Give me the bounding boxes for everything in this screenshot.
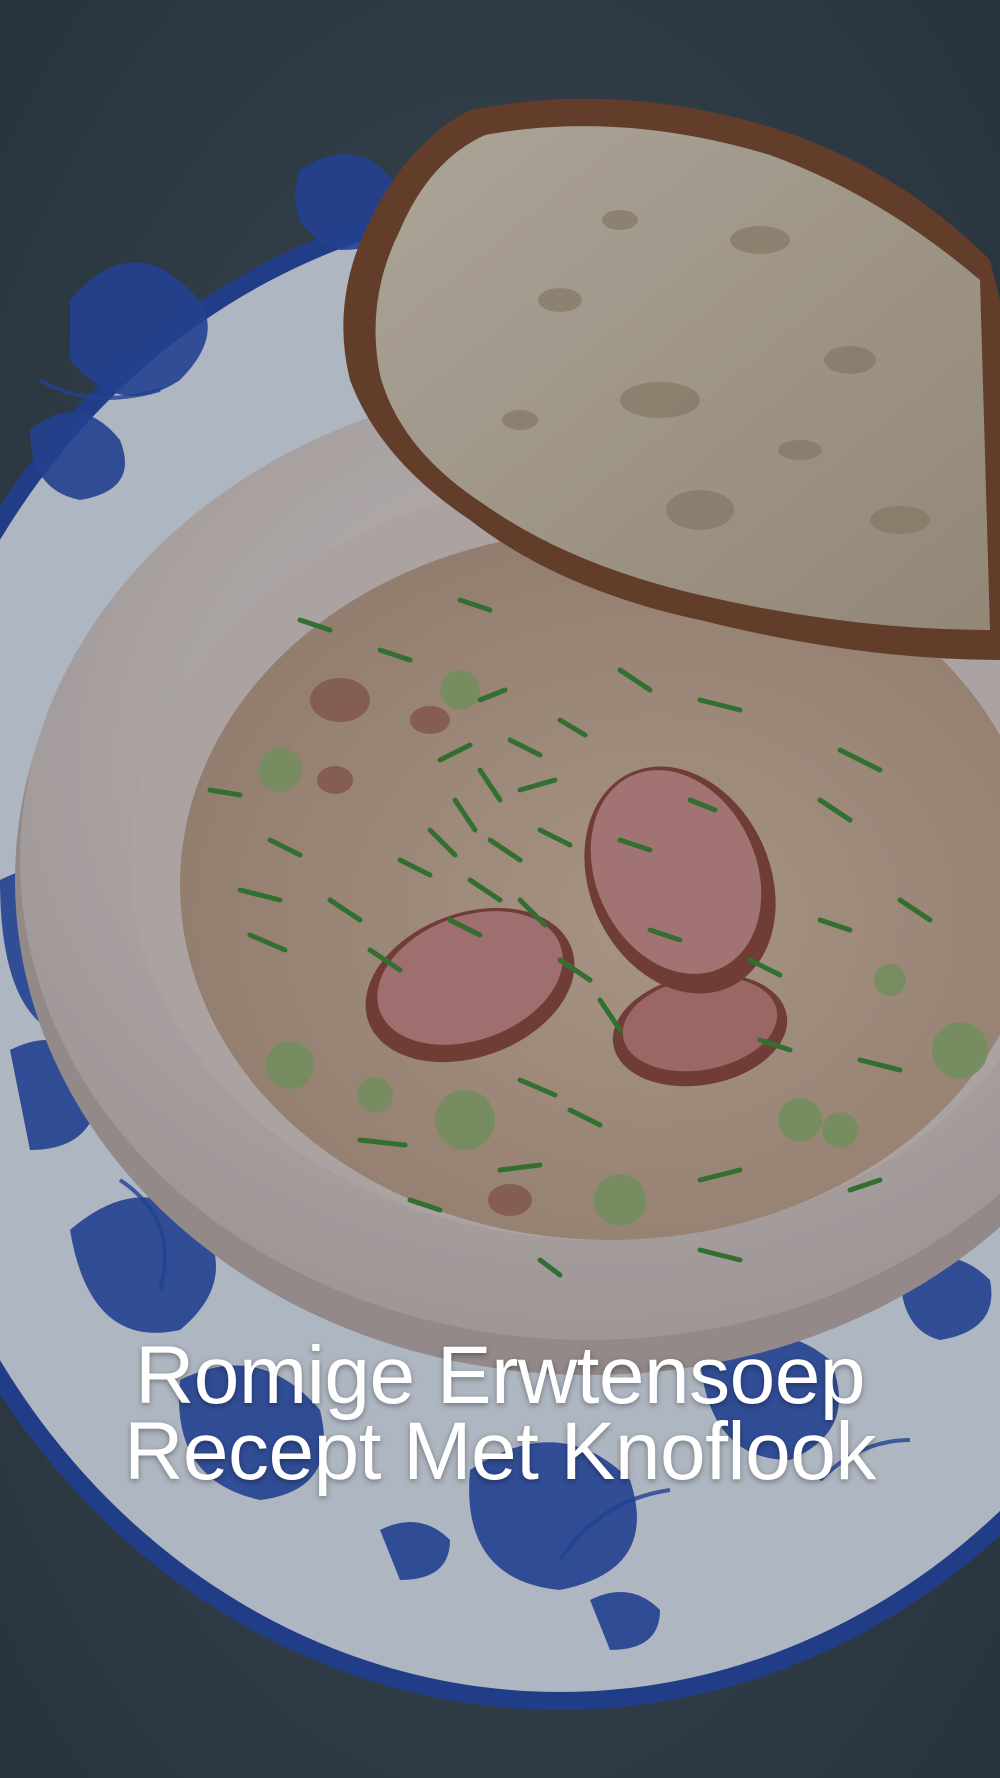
title-line-2: Recept Met Knoflook bbox=[124, 1406, 876, 1497]
pin-image: Romige Erwtensoep Recept Met Knoflook bbox=[0, 0, 1000, 1778]
title-line-1: Romige Erwtensoep bbox=[135, 1330, 865, 1421]
pin-title: Romige Erwtensoep Recept Met Knoflook bbox=[0, 1330, 1000, 1497]
food-photo bbox=[0, 0, 1000, 1778]
